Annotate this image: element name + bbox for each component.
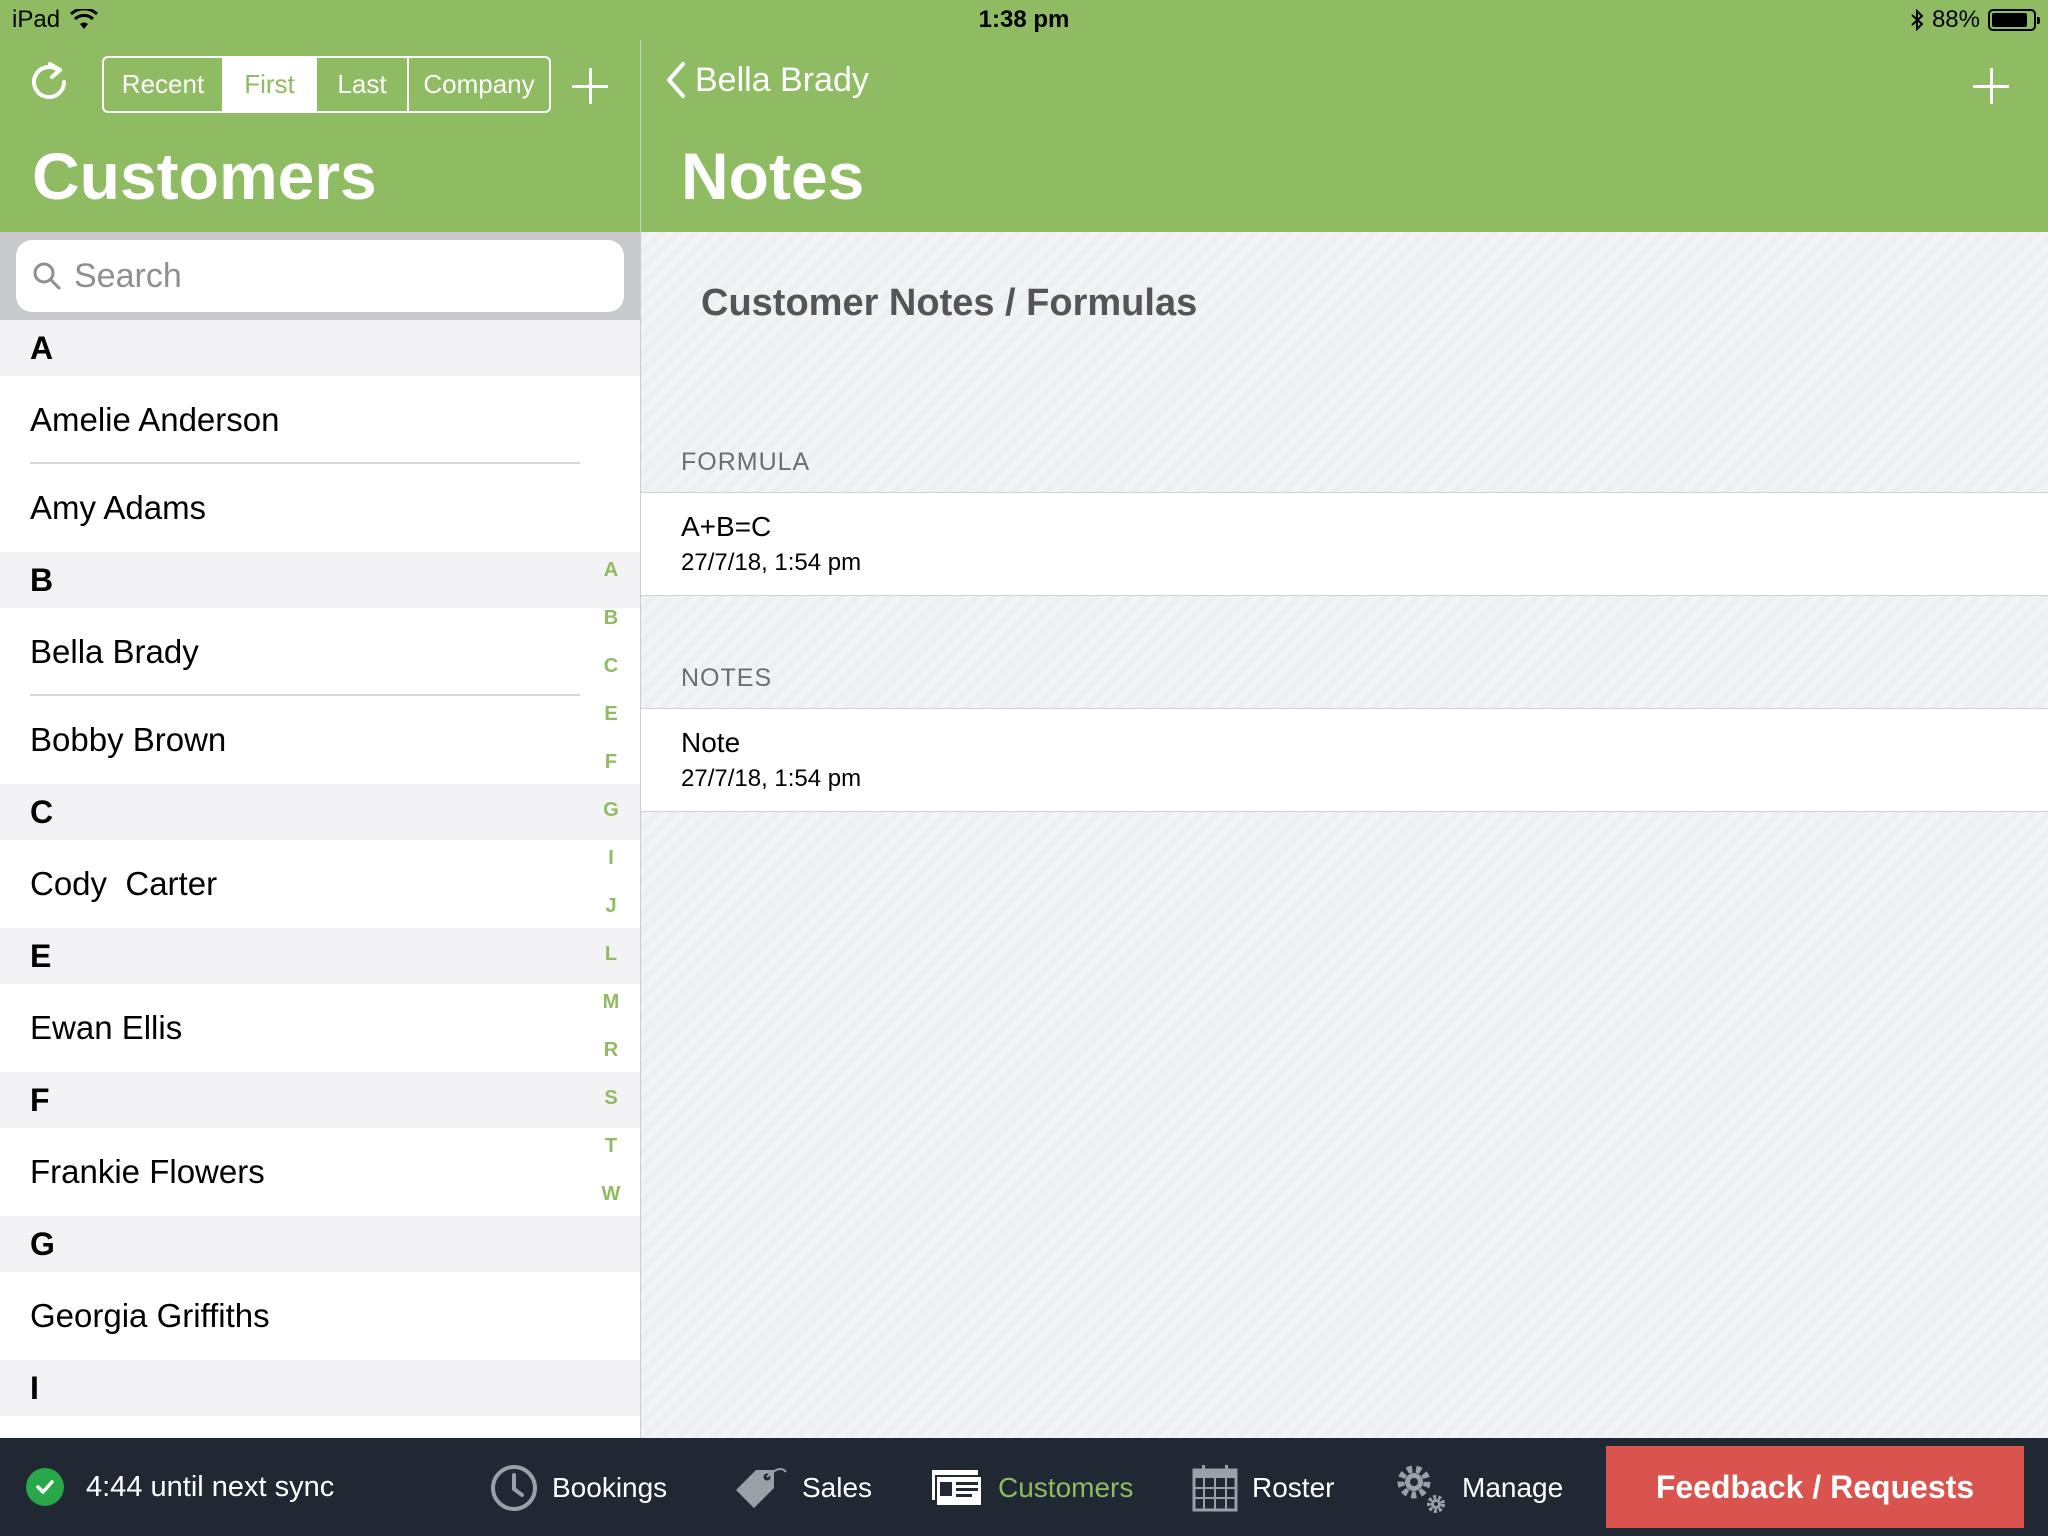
section-header-b: B [0, 552, 640, 608]
note-cell[interactable]: Note 27/7/18, 1:54 pm [641, 708, 2048, 812]
search-bar [0, 232, 640, 320]
customer-row[interactable]: Cody Carter [0, 840, 640, 928]
formula-section-label: FORMULA [681, 448, 811, 476]
tab-customers[interactable]: Customers [930, 1460, 1133, 1516]
customer-row[interactable]: Amy Adams [0, 464, 640, 552]
index-letter[interactable]: S [594, 1076, 628, 1124]
tab-sales-label: Sales [802, 1472, 873, 1503]
tab-roster-label: Roster [1252, 1472, 1335, 1503]
index-letter[interactable]: W [594, 1172, 628, 1220]
status-bar: iPad 1:38 pm 88% [0, 0, 2048, 40]
index-letter[interactable]: T [594, 1124, 628, 1172]
tab-bookings-label: Bookings [552, 1472, 668, 1503]
index-letter[interactable]: I [594, 836, 628, 884]
customers-title: Customers [32, 139, 377, 213]
customer-row[interactable]: Amelie Anderson [0, 376, 640, 464]
tab-manage[interactable]: Manage [1392, 1460, 1563, 1516]
section-header-i: I [0, 1360, 640, 1416]
sync-status: 4:44 until next sync [26, 1468, 334, 1506]
address-cards-icon [932, 1470, 983, 1507]
search-icon [33, 262, 61, 290]
notes-content: Customer Notes / Formulas FORMULA A+B=C … [641, 232, 2048, 1438]
sort-segmented-control: Recent First Last Company [102, 56, 551, 113]
back-button-label: Bella Brady [695, 60, 869, 99]
formula-date: 27/7/18, 1:54 pm [681, 549, 862, 576]
notes-section-label: NOTES [681, 664, 773, 692]
note-title: Note [681, 727, 741, 758]
notes-title: Notes [681, 139, 865, 213]
tab-manage-label: Manage [1462, 1472, 1564, 1503]
sync-text: 4:44 until next sync [86, 1470, 335, 1503]
formula-cell[interactable]: A+B=C 27/7/18, 1:54 pm [641, 492, 2048, 596]
index-letter[interactable]: G [594, 788, 628, 836]
add-note-button[interactable] [1971, 66, 2011, 106]
split-divider [640, 0, 641, 1438]
index-letter[interactable]: E [594, 692, 628, 740]
sort-last-button[interactable]: Last [317, 58, 409, 111]
index-letter[interactable]: M [594, 980, 628, 1028]
index-letter[interactable]: A [594, 548, 628, 596]
chevron-left-icon [667, 62, 685, 98]
customers-header: Recent First Last Company Customers [0, 40, 640, 232]
notes-page-heading: Customer Notes / Formulas [701, 282, 1198, 324]
back-button[interactable]: Bella Brady [665, 60, 869, 100]
notes-header: Bella Brady Notes [641, 40, 2048, 232]
section-header-e: E [0, 928, 640, 984]
battery-percent: 88% [1931, 6, 1980, 33]
customer-row[interactable]: Frankie Flowers [0, 1128, 640, 1216]
check-icon [26, 1468, 64, 1506]
customer-row[interactable]: Georgia Griffiths [0, 1272, 640, 1360]
gears-icon [1397, 1465, 1445, 1513]
sort-first-button[interactable]: First [224, 58, 317, 111]
calendar-icon [1192, 1465, 1238, 1512]
feedback-requests-button[interactable]: Feedback / Requests [1606, 1446, 2024, 1528]
customer-list: A Amelie Anderson Amy Adams B Bella Brad… [0, 320, 640, 1438]
formula-title: A+B=C [681, 511, 772, 542]
price-tag-icon [736, 1467, 787, 1508]
bluetooth-icon [1911, 9, 1924, 31]
bottom-tab-bar: 4:44 until next sync Bookings Sales Cust… [0, 1438, 2048, 1536]
tab-customers-label: Customers [998, 1472, 1134, 1503]
sort-recent-button[interactable]: Recent [104, 58, 224, 111]
tab-bookings[interactable]: Bookings [490, 1460, 667, 1516]
search-box[interactable] [16, 240, 624, 312]
tab-roster[interactable]: Roster [1192, 1460, 1334, 1516]
refresh-icon[interactable] [28, 60, 72, 104]
battery-icon [1988, 9, 2040, 31]
status-right: 88% [1910, 6, 2040, 34]
customer-row[interactable]: Bobby Brown [0, 696, 640, 784]
battery-fill [1992, 13, 2028, 27]
tab-sales[interactable]: Sales [730, 1460, 872, 1516]
customer-row[interactable]: Ewan Ellis [0, 984, 640, 1072]
search-input[interactable] [74, 256, 594, 296]
add-customer-button[interactable] [570, 66, 610, 106]
index-letter[interactable]: L [594, 932, 628, 980]
section-index: A B C E F G I J L M R S T W [594, 548, 628, 1220]
note-date: 27/7/18, 1:54 pm [681, 765, 862, 792]
index-letter[interactable]: F [594, 740, 628, 788]
customer-row[interactable]: Bella Brady [0, 608, 640, 696]
section-header-c: C [0, 784, 640, 840]
section-header-f: F [0, 1072, 640, 1128]
section-header-a: A [0, 320, 640, 376]
clock: 1:38 pm [978, 6, 1070, 33]
index-letter[interactable]: R [594, 1028, 628, 1076]
index-letter[interactable]: B [594, 596, 628, 644]
index-letter[interactable]: J [594, 884, 628, 932]
section-header-g: G [0, 1216, 640, 1272]
clock-icon [491, 1465, 537, 1511]
index-letter[interactable]: C [594, 644, 628, 692]
sort-company-button[interactable]: Company [409, 58, 549, 111]
